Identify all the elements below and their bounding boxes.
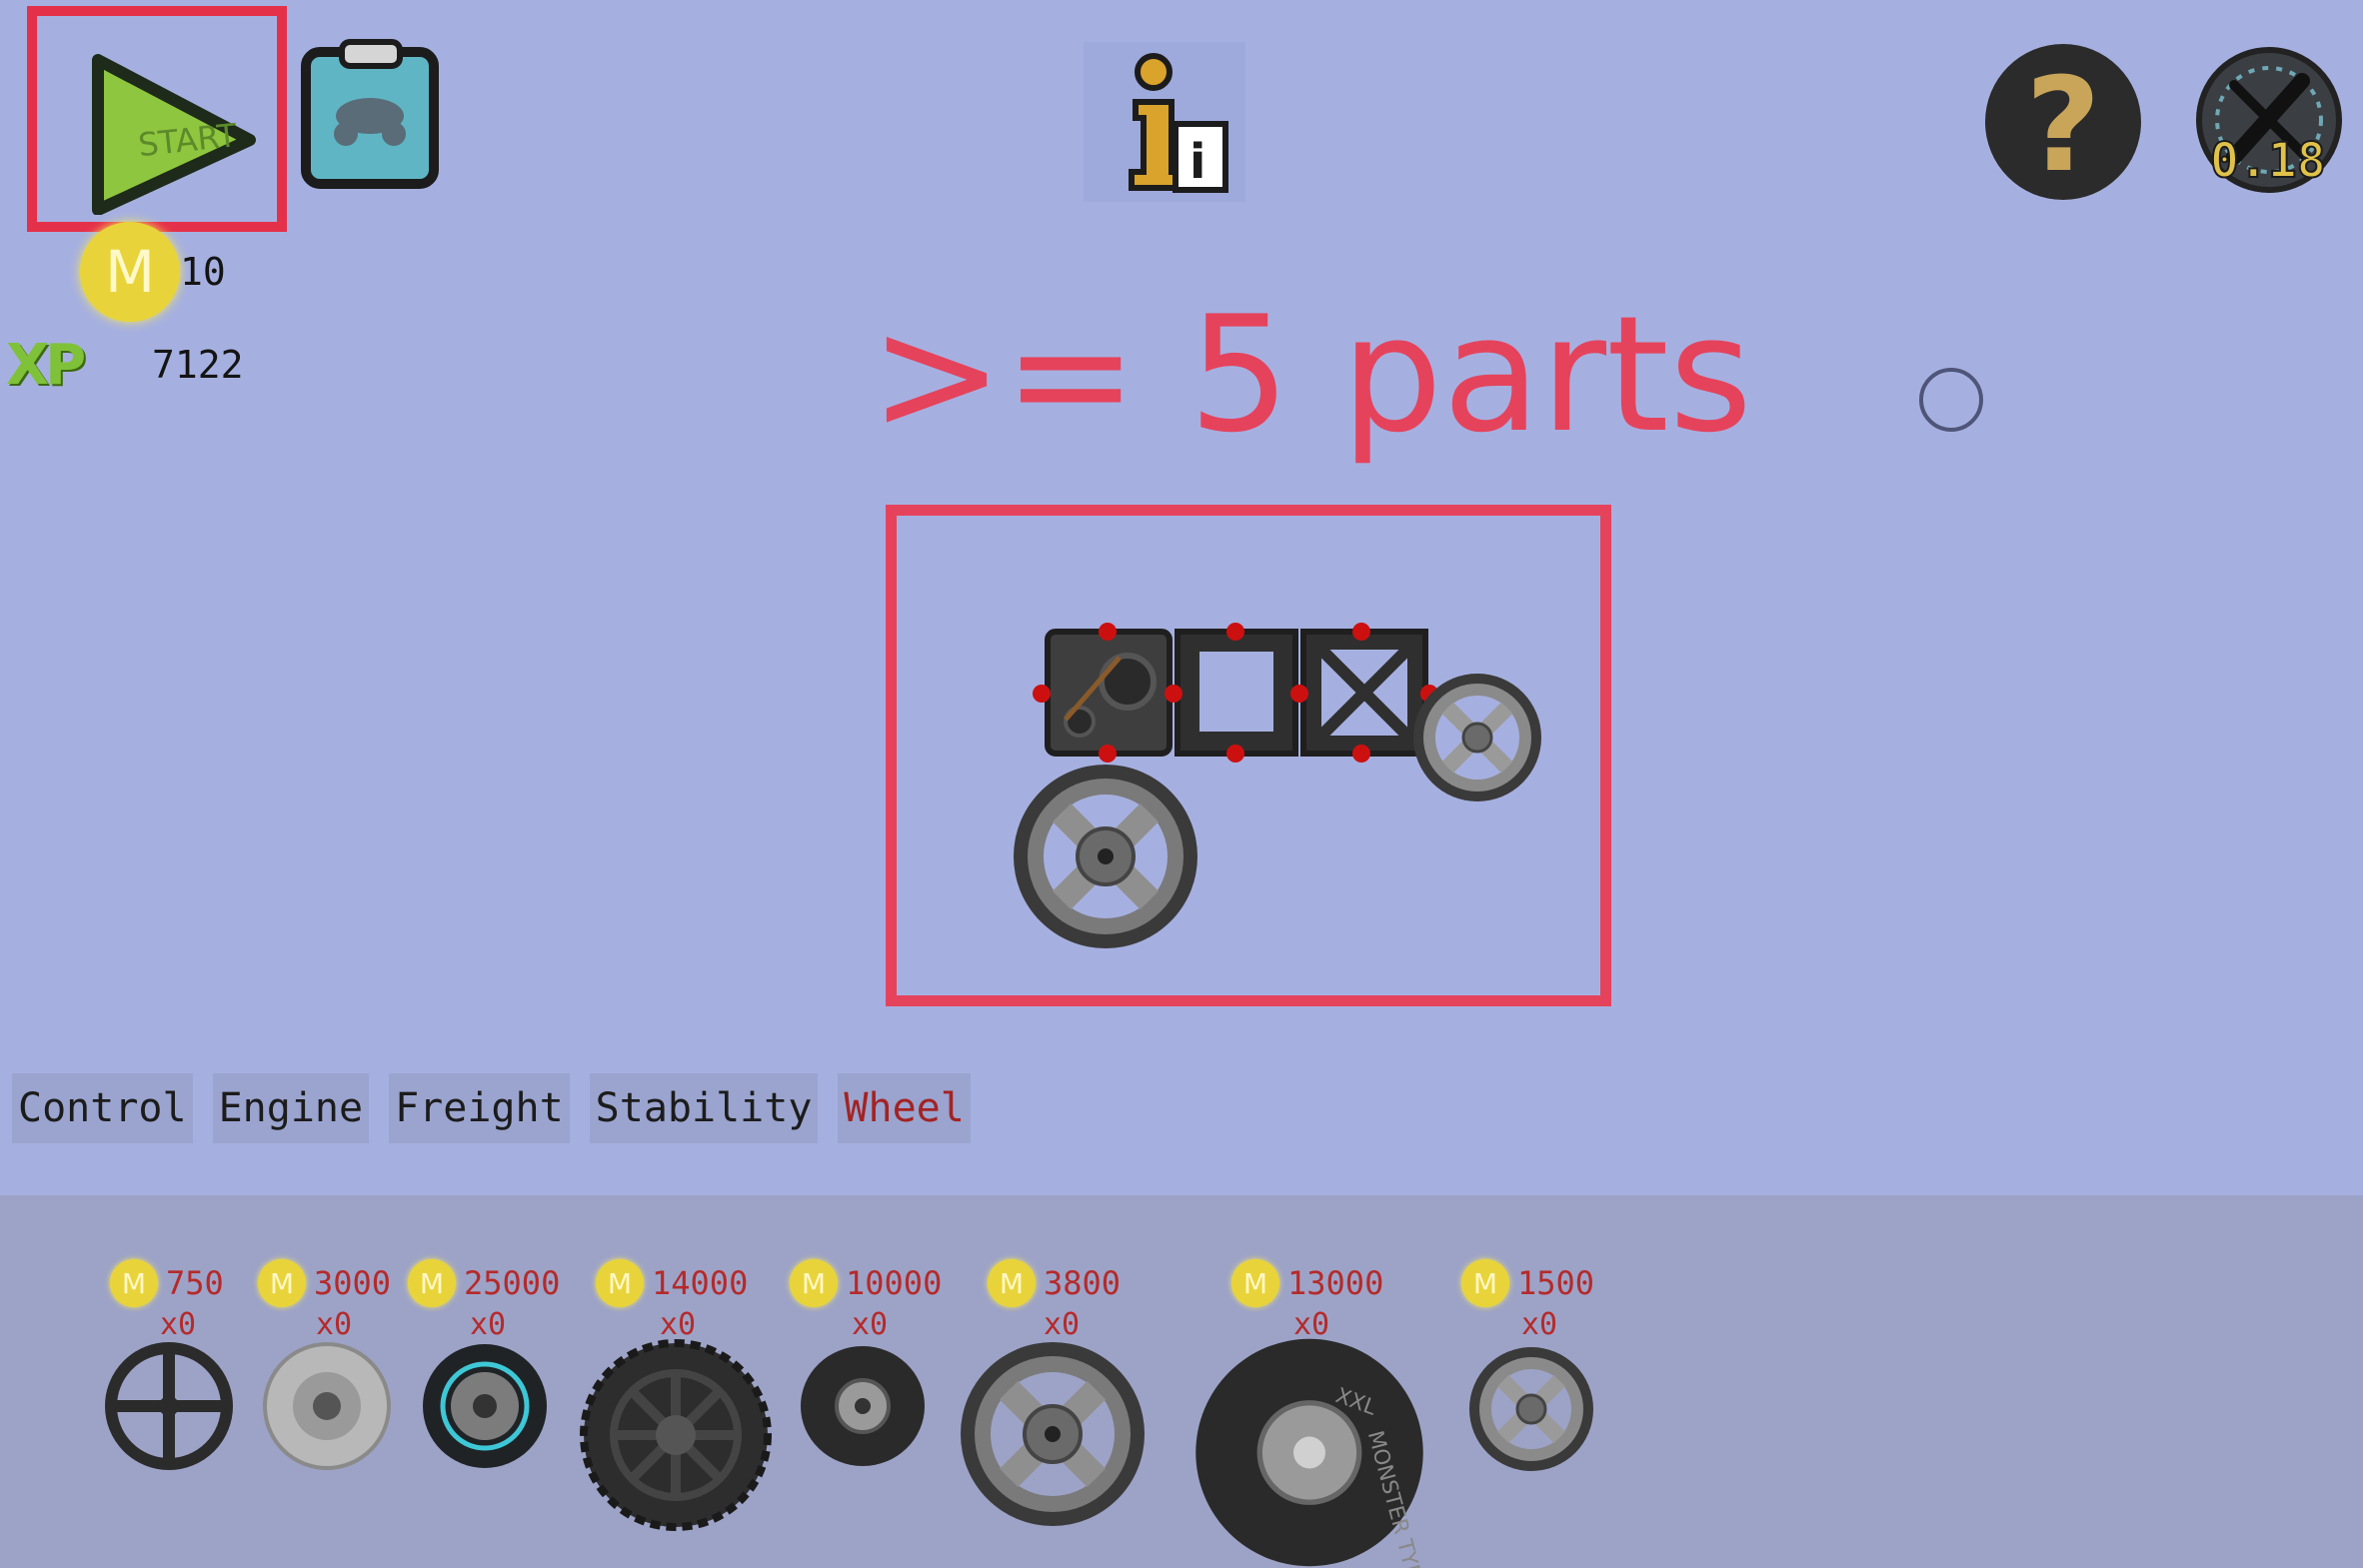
coin-icon: M — [110, 1259, 158, 1307]
parts-tray: M750 x0 M3000 x0 M25000 x0 M14000 x0 — [0, 1195, 2363, 1568]
part-item-monster-tyre[interactable]: M 13000 x0 XXL MONSTER TYRE — [1180, 1195, 1439, 1568]
info-label: i — [1189, 134, 1205, 190]
coin-amount: 10 — [180, 250, 226, 294]
coin-icon: M — [80, 222, 180, 322]
wrench-icon: 0.18 — [2196, 47, 2342, 193]
coin-balance: M 10 — [80, 222, 226, 322]
grey-wheel-icon — [263, 1342, 391, 1470]
part-quantity: x0 — [660, 1307, 697, 1342]
coin-icon: M — [988, 1259, 1036, 1307]
coin-icon: M — [1231, 1259, 1279, 1307]
racing-wheel-icon — [423, 1344, 547, 1468]
start-highlight-frame — [27, 6, 287, 232]
part-price: 1500 — [1517, 1264, 1595, 1302]
part-quantity: x0 — [470, 1307, 507, 1342]
version-label: 0.18 — [2210, 133, 2326, 189]
part-quantity: x0 — [316, 1307, 353, 1342]
annotation-text: >= 5 parts — [870, 281, 1753, 468]
cursor-ring-icon — [1919, 368, 1983, 432]
tab-wheel[interactable]: Wheel — [838, 1073, 971, 1143]
part-item-spoke-wheel[interactable]: M 3800 x0 — [958, 1195, 1145, 1568]
part-item-small-tire[interactable]: M 10000 x0 — [786, 1195, 956, 1568]
part-quantity: x0 — [1044, 1307, 1081, 1342]
coin-icon: M — [596, 1259, 644, 1307]
tab-freight[interactable]: Freight — [389, 1073, 570, 1143]
part-price: 3800 — [1044, 1264, 1122, 1302]
clipboard-icon — [301, 39, 439, 189]
part-price: 14000 — [652, 1264, 749, 1302]
engine-part[interactable] — [1045, 629, 1173, 757]
part-item-steering-wheel[interactable]: M 750 x0 — [100, 1195, 270, 1568]
info-button[interactable]: i — [1084, 42, 1245, 202]
offroad-wheel-icon — [580, 1339, 772, 1531]
part-category-tabs: Control Engine Freight Stability Wheel — [12, 1073, 971, 1143]
small-spoke-wheel-icon — [1469, 1347, 1593, 1471]
part-quantity: x0 — [160, 1307, 197, 1342]
tab-stability[interactable]: Stability — [589, 1073, 819, 1143]
help-button[interactable]: ? — [1981, 40, 2146, 205]
coin-icon: M — [408, 1259, 456, 1307]
part-price: 13000 — [1287, 1264, 1384, 1302]
frame-block-part[interactable] — [1175, 629, 1298, 757]
part-item-racing-wheel[interactable]: M 25000 x0 — [408, 1195, 578, 1568]
part-quantity: x0 — [1521, 1307, 1558, 1342]
xp-amount: 7122 — [152, 343, 244, 387]
monster-tyre-icon: XXL MONSTER TYRE — [1195, 1338, 1429, 1568]
rear-wheel-part[interactable] — [1014, 765, 1197, 948]
help-label: ? — [2025, 49, 2100, 201]
coin-icon: M — [258, 1259, 306, 1307]
spoke-wheel-icon — [961, 1342, 1145, 1526]
part-price: 25000 — [464, 1264, 561, 1302]
settings-button[interactable]: 0.18 — [2194, 45, 2344, 195]
small-tire-icon — [801, 1346, 925, 1466]
steering-wheel-icon — [105, 1342, 233, 1470]
part-item-offroad-wheel[interactable]: M 14000 x0 — [580, 1195, 772, 1568]
question-icon: ? — [1985, 44, 2141, 201]
xp-balance: XP 7122 — [6, 330, 244, 400]
part-price: 10000 — [846, 1264, 943, 1302]
part-price: 3000 — [314, 1264, 392, 1302]
cross-frame-part[interactable] — [1300, 629, 1428, 757]
blueprint-clipboard-button[interactable] — [298, 38, 443, 193]
xp-icon: XP — [6, 332, 86, 398]
info-icon: i — [1129, 53, 1228, 193]
part-item-small-spoke-wheel[interactable]: M 1500 x0 — [1461, 1195, 1631, 1568]
tab-engine[interactable]: Engine — [212, 1073, 370, 1143]
part-quantity: x0 — [852, 1307, 889, 1342]
coin-icon: M — [1461, 1259, 1509, 1307]
tab-control[interactable]: Control — [12, 1073, 193, 1143]
coin-icon: M — [790, 1259, 838, 1307]
vehicle-build-area[interactable] — [1000, 610, 1559, 959]
part-price: 750 — [166, 1264, 224, 1302]
front-wheel-part[interactable] — [1413, 674, 1541, 801]
part-item-grey-wheel[interactable]: M 3000 x0 — [258, 1195, 428, 1568]
